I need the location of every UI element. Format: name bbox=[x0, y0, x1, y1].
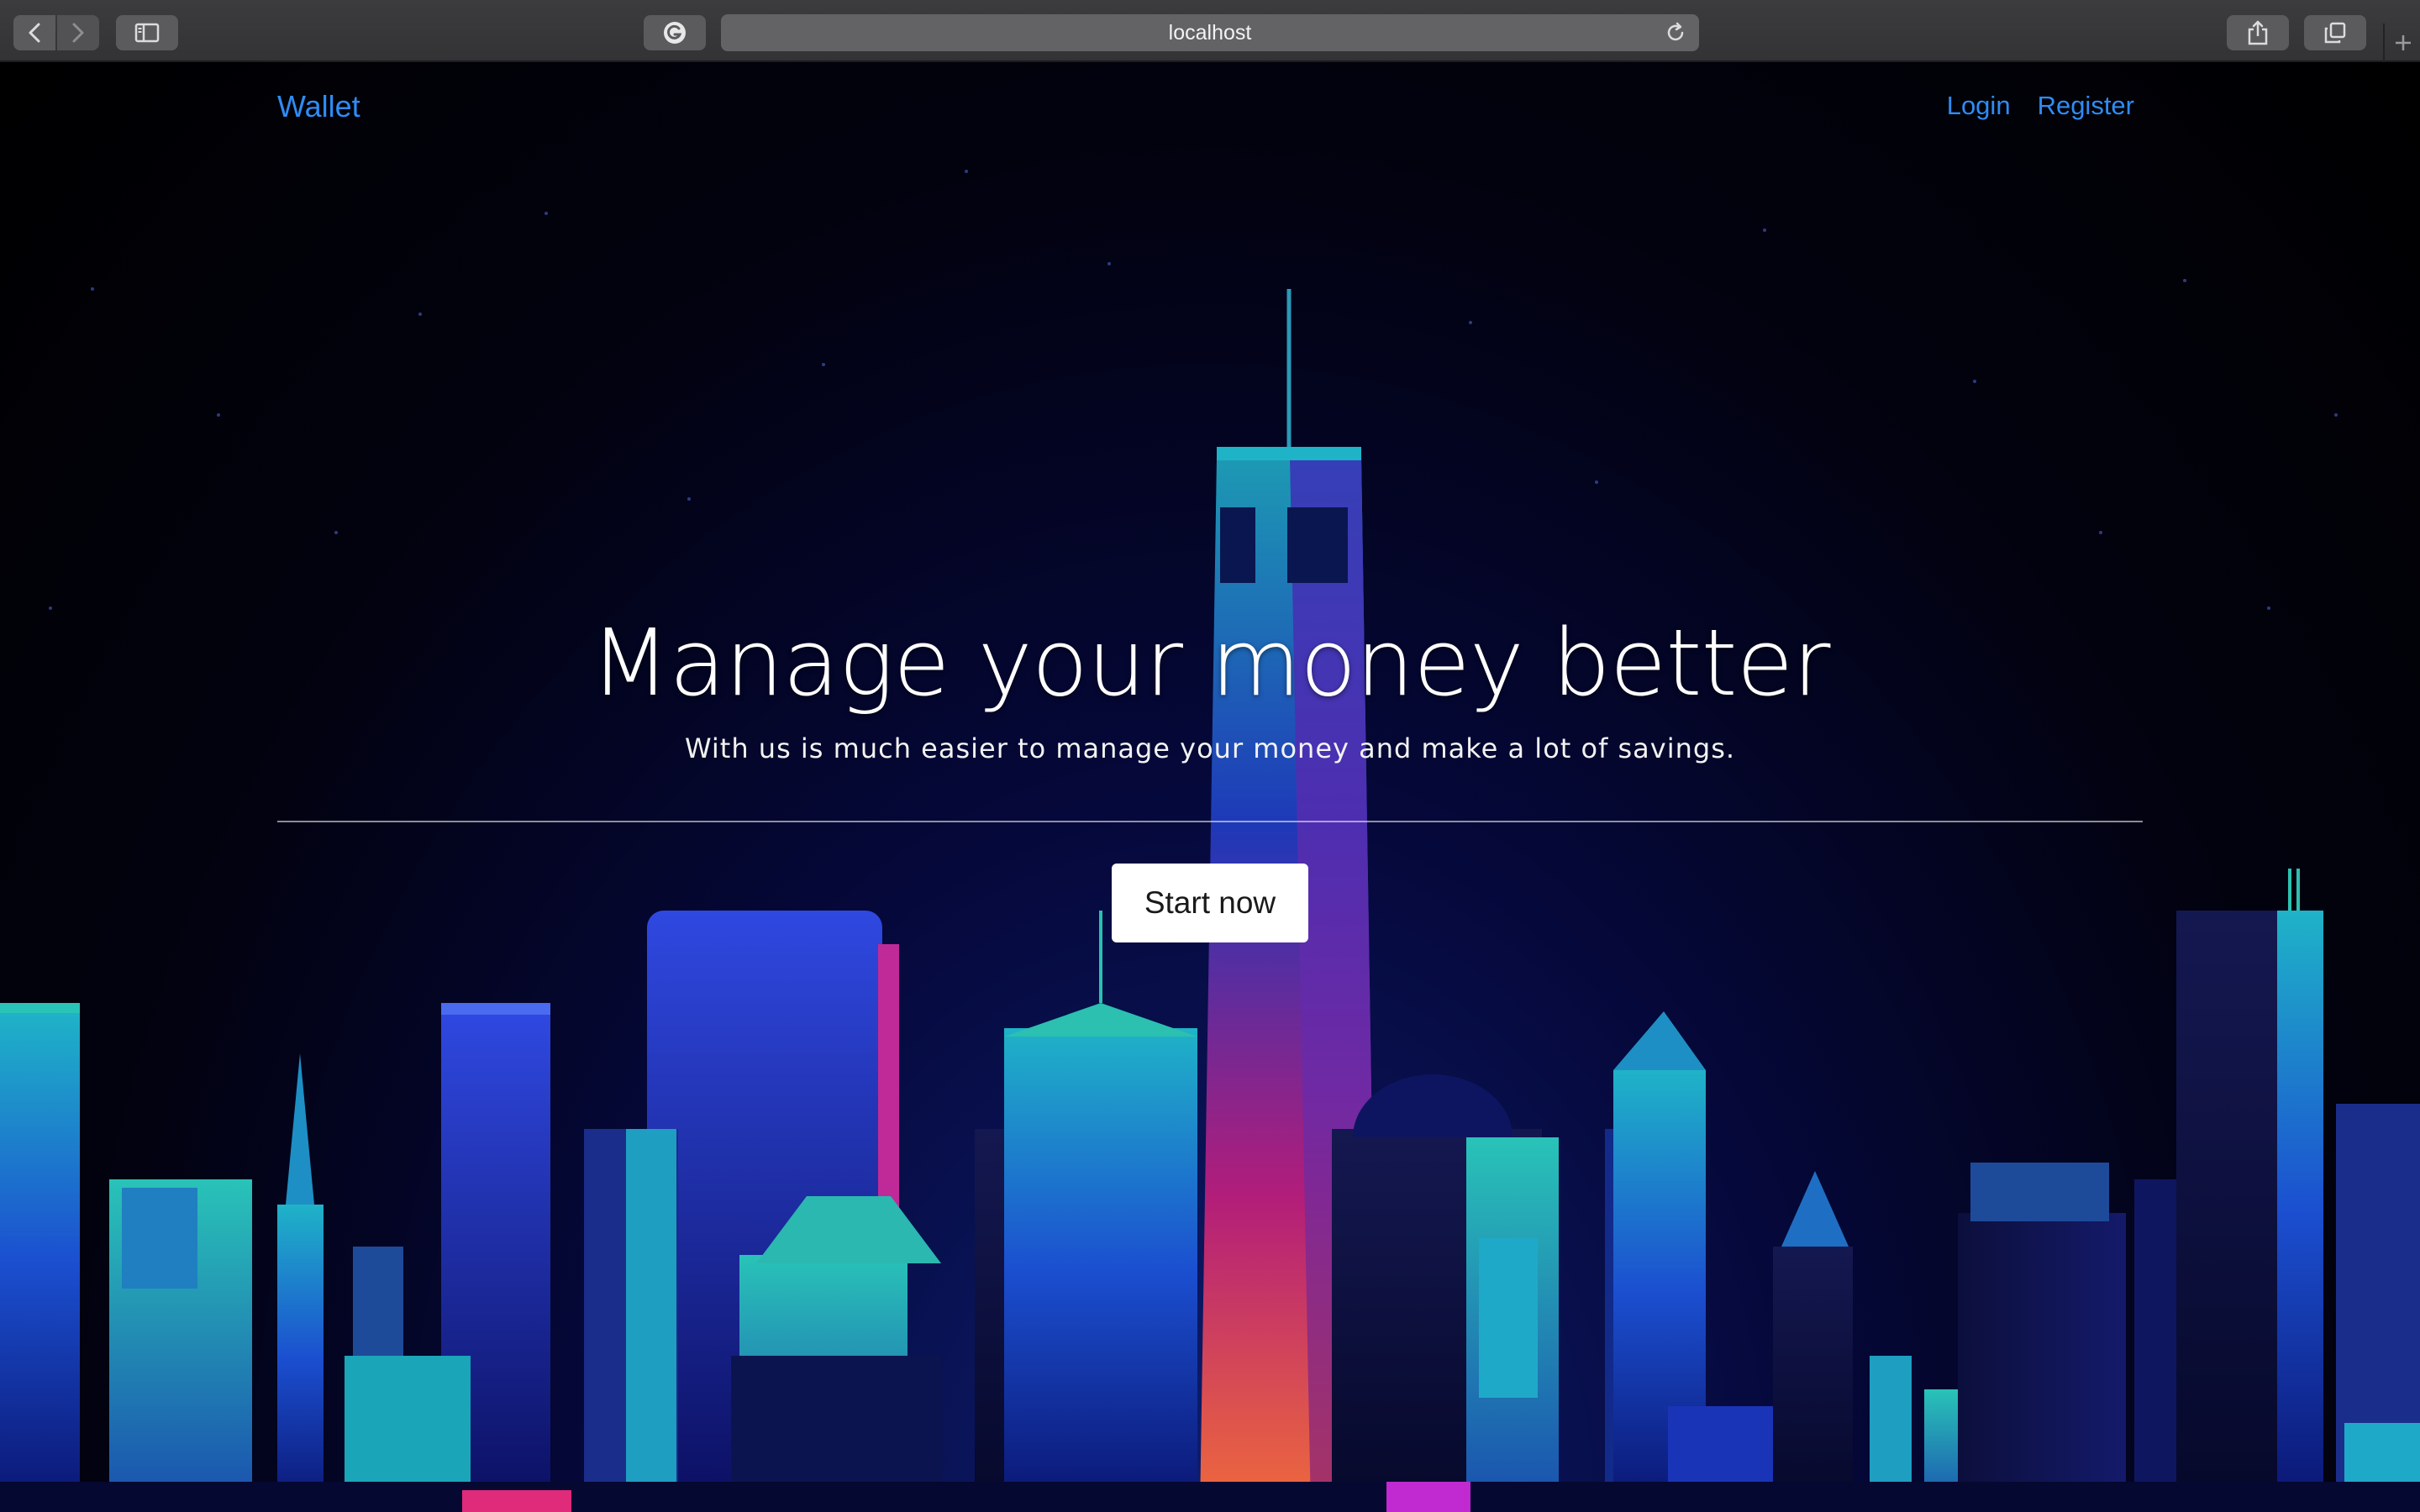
navbar: Wallet Login Register bbox=[277, 89, 2134, 139]
chevron-left-icon bbox=[29, 23, 40, 43]
back-button[interactable] bbox=[13, 15, 55, 50]
brand-link[interactable]: Wallet bbox=[277, 89, 360, 124]
sidebar-toggle-button[interactable] bbox=[116, 15, 178, 50]
page-viewport: Wallet Login Register Manage your money … bbox=[0, 62, 2420, 1512]
share-button[interactable] bbox=[2227, 15, 2289, 50]
forward-button[interactable] bbox=[57, 15, 99, 50]
city-skyline-background bbox=[0, 170, 2420, 1512]
plus-icon bbox=[2396, 35, 2411, 50]
nav-links: Login Register bbox=[1947, 91, 2134, 121]
chevron-right-icon bbox=[72, 23, 84, 43]
browser-toolbar: localhost bbox=[0, 0, 2420, 62]
tab-overview-button[interactable] bbox=[2304, 15, 2366, 50]
grammarly-icon bbox=[664, 22, 686, 44]
login-link[interactable]: Login bbox=[1947, 91, 2011, 121]
start-now-button[interactable]: Start now bbox=[1112, 864, 1308, 942]
hero-divider bbox=[277, 821, 2143, 822]
new-tab-button[interactable] bbox=[2383, 24, 2420, 62]
share-icon bbox=[2248, 20, 2268, 45]
url-text: localhost bbox=[1168, 20, 1252, 45]
sidebar-icon bbox=[134, 23, 160, 43]
address-bar[interactable]: localhost bbox=[721, 14, 1699, 51]
register-link[interactable]: Register bbox=[2038, 91, 2134, 121]
hero-section: Manage your money better With us is much… bbox=[277, 617, 2143, 764]
hero-title: Manage your money better bbox=[590, 609, 1831, 717]
reload-icon[interactable] bbox=[1664, 21, 1687, 45]
grammarly-extension-button[interactable] bbox=[644, 15, 706, 50]
hero-subtitle: With us is much easier to manage your mo… bbox=[684, 732, 1736, 764]
tabs-overview-icon bbox=[2324, 22, 2346, 44]
